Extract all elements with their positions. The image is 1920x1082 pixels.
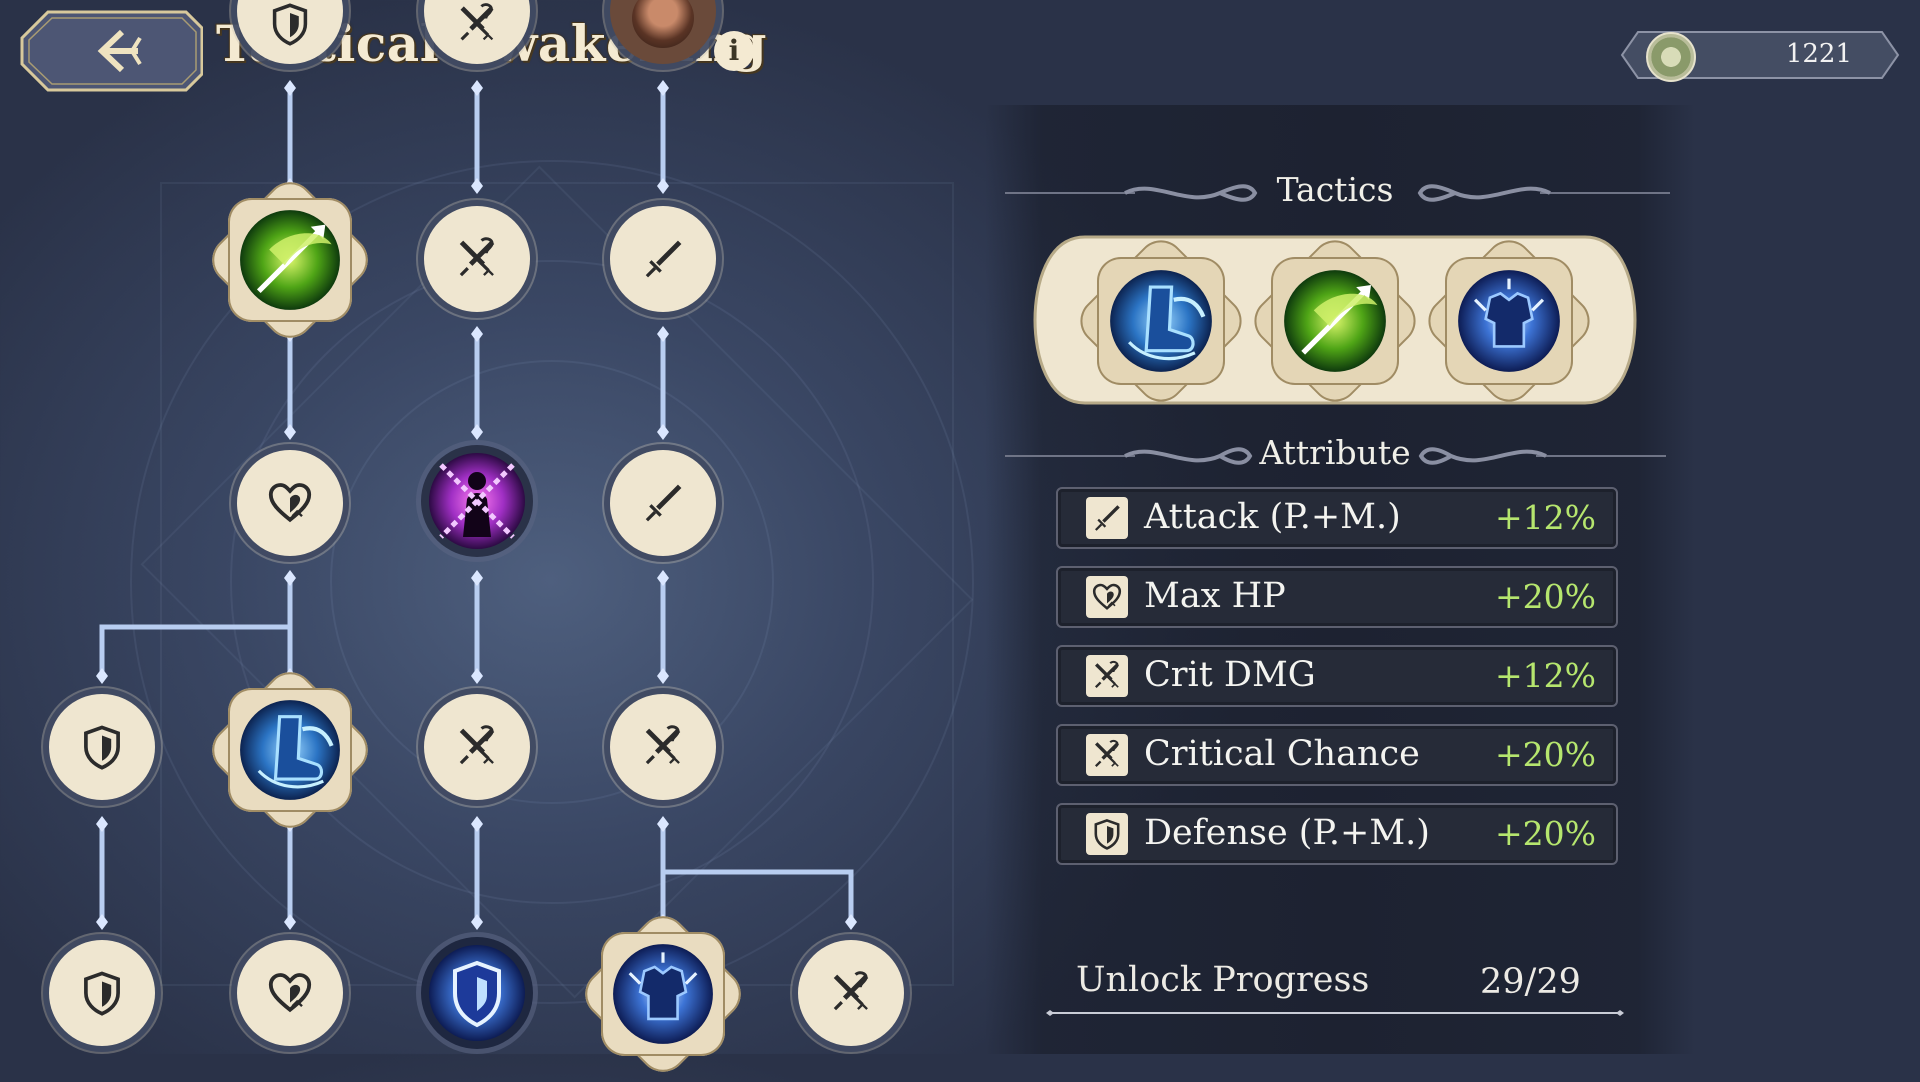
skill-node-blue-boot[interactable]: [202, 662, 378, 838]
skill-node-r3-crit-a[interactable]: [424, 694, 530, 800]
skill-node-glowing-shield[interactable]: [421, 937, 533, 1049]
attribute-name: Max HP: [1144, 576, 1286, 616]
attribute-name: Attack (P.+M.): [1144, 497, 1401, 537]
shield-icon: [268, 2, 312, 46]
skill-node-r3-shield[interactable]: [49, 694, 155, 800]
ornament-right-tactics: [1417, 184, 1670, 202]
glowing-shield-skill-icon: [427, 943, 527, 1043]
lightning-armor-skill-icon: [611, 942, 715, 1046]
unlock-progress-label: Unlock Progress: [1076, 960, 1370, 1000]
attribute-name: Critical Chance: [1144, 734, 1420, 774]
attribute-value: +12%: [1495, 656, 1596, 695]
attribute-row-critical-chance: Critical Chance +20%: [1056, 724, 1618, 786]
attribute-row-crit-dmg: Crit DMG +12%: [1056, 645, 1618, 707]
tactic-slot-2[interactable]: [1244, 230, 1426, 412]
chained-figure-skill-icon: [427, 451, 527, 551]
shield-icon: [79, 970, 125, 1016]
ornament-left-tactics: [1005, 184, 1258, 202]
skill-node-green-spear[interactable]: [202, 172, 378, 348]
tactics-slots: [1033, 230, 1637, 412]
skill-node-lightning-armor[interactable]: [575, 906, 751, 1082]
heart-icon: [266, 969, 314, 1017]
unlock-progress-value: 29/29: [1480, 962, 1581, 1002]
unlock-progress-bar: [1046, 1010, 1624, 1016]
crit-swords-icon: [640, 724, 686, 770]
green-spear-skill-icon: [238, 208, 342, 312]
currency-display: 1221: [1620, 28, 1900, 82]
crit-swords-icon: [454, 724, 500, 770]
blue-boot-skill-icon: [238, 698, 342, 802]
attribute-value: +20%: [1495, 577, 1596, 616]
skill-node-r4-shield[interactable]: [49, 940, 155, 1046]
attribute-name: Defense (P.+M.): [1144, 813, 1430, 853]
attribute-row-attack: Attack (P.+M.) +12%: [1056, 487, 1618, 549]
tactic-slot-3[interactable]: [1418, 230, 1600, 412]
attribute-title: Attribute: [1259, 433, 1411, 472]
attribute-name: Crit DMG: [1144, 655, 1316, 695]
skill-node-r4-heart[interactable]: [237, 940, 343, 1046]
skill-node-r2-sword[interactable]: [610, 450, 716, 556]
green-spear-skill-icon: [1282, 268, 1388, 374]
sword-icon: [640, 480, 686, 526]
skill-node-r2-heart[interactable]: [237, 450, 343, 556]
attribute-row-defense: Defense (P.+M.) +20%: [1056, 803, 1618, 865]
ornament-right-attribute: [1418, 447, 1666, 465]
hero-portrait-icon: [632, 0, 694, 48]
heart-icon: [1091, 581, 1123, 613]
compass-token-icon: [1646, 32, 1696, 82]
attribute-row-max-hp: Max HP +20%: [1056, 566, 1618, 628]
heart-icon: [266, 479, 314, 527]
crit-swords-icon: [454, 236, 500, 282]
sword-icon: [640, 236, 686, 282]
attribute-value: +20%: [1495, 814, 1596, 853]
skill-node-r1-crit[interactable]: [424, 206, 530, 312]
crit-swords-icon: [828, 970, 874, 1016]
crit-swords-icon: [1091, 660, 1123, 692]
shield-icon: [79, 724, 125, 770]
crossed-swords-icon: [455, 2, 499, 46]
blue-boot-skill-icon: [1108, 268, 1214, 374]
attribute-value: +20%: [1495, 735, 1596, 774]
shield-icon: [1091, 818, 1123, 850]
skill-node-r4-crit[interactable]: [798, 940, 904, 1046]
ornament-left-attribute: [1005, 447, 1253, 465]
tactics-title: Tactics: [1276, 170, 1394, 209]
crit-swords-icon: [1091, 739, 1123, 771]
skill-node-r1-sword[interactable]: [610, 206, 716, 312]
skill-node-chained-figure[interactable]: [421, 445, 533, 557]
lightning-armor-skill-icon: [1456, 268, 1562, 374]
tactic-slot-1[interactable]: [1070, 230, 1252, 412]
attribute-value: +12%: [1495, 498, 1596, 537]
skill-node-r3-crit-b[interactable]: [610, 694, 716, 800]
currency-value: 1221: [1785, 39, 1852, 69]
sword-icon: [1091, 502, 1123, 534]
